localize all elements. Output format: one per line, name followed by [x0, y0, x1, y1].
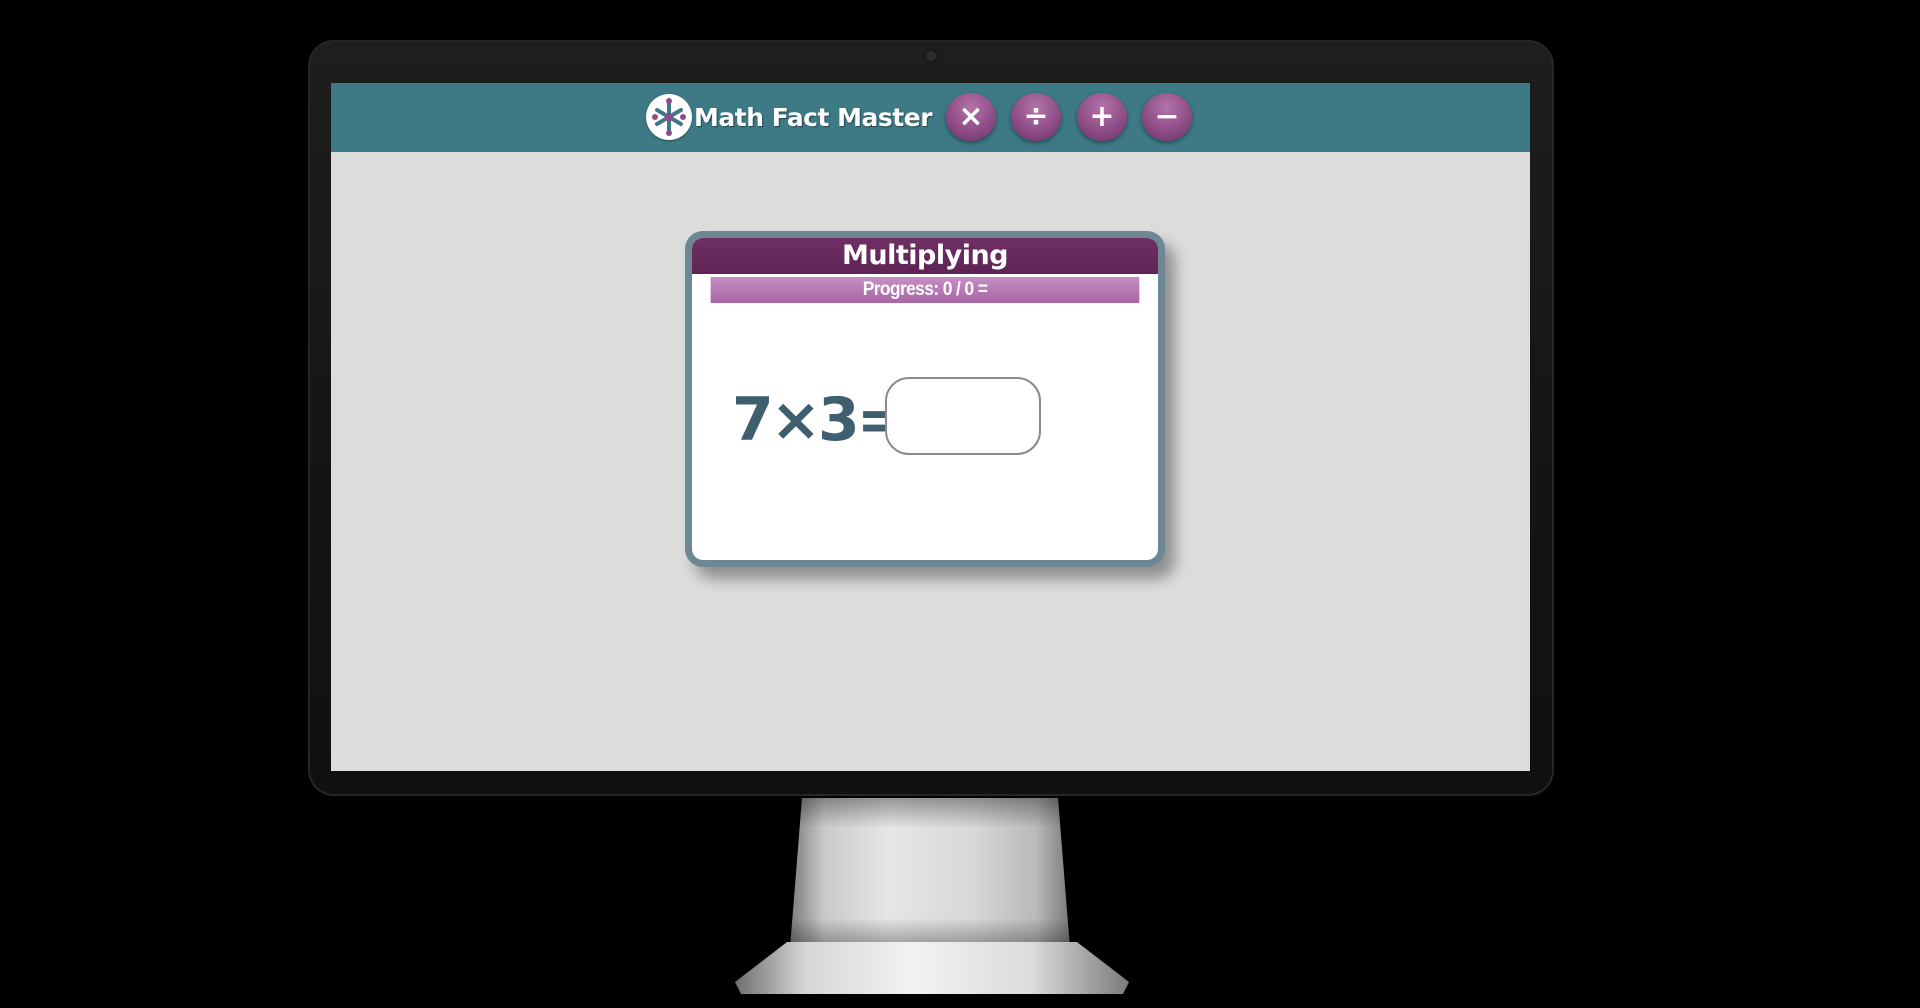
app-title: Math Fact Master: [694, 102, 933, 132]
webcam-icon: [926, 51, 936, 61]
progress-label: Progress: 0 / 0 =: [710, 277, 1140, 303]
monitor-stand-base: [735, 942, 1129, 994]
scene: Math Fact Master × ÷ + − Multiplying Pro…: [0, 0, 1920, 1008]
monitor-stand-shade: [790, 798, 1070, 948]
card-title: Multiplying: [842, 240, 1009, 271]
add-button[interactable]: +: [1077, 93, 1127, 141]
minus-icon: −: [1154, 99, 1180, 134]
multiply-icon: ×: [958, 99, 984, 134]
card-header: Multiplying: [692, 238, 1158, 277]
question-text: 7×3=: [732, 385, 907, 455]
answer-input[interactable]: [885, 377, 1041, 455]
math-ops-logo-icon: [646, 94, 692, 140]
app-screen: Math Fact Master × ÷ + − Multiplying Pro…: [331, 83, 1530, 771]
brand[interactable]: Math Fact Master: [646, 92, 933, 142]
question-card: Multiplying Progress: 0 / 0 = 7×3=: [685, 231, 1165, 567]
divide-icon: ÷: [1023, 99, 1049, 134]
divide-button[interactable]: ÷: [1011, 93, 1061, 141]
subtract-button[interactable]: −: [1142, 93, 1192, 141]
top-navbar: Math Fact Master × ÷ + −: [331, 83, 1530, 152]
plus-icon: +: [1089, 99, 1115, 134]
multiply-button[interactable]: ×: [946, 93, 996, 141]
